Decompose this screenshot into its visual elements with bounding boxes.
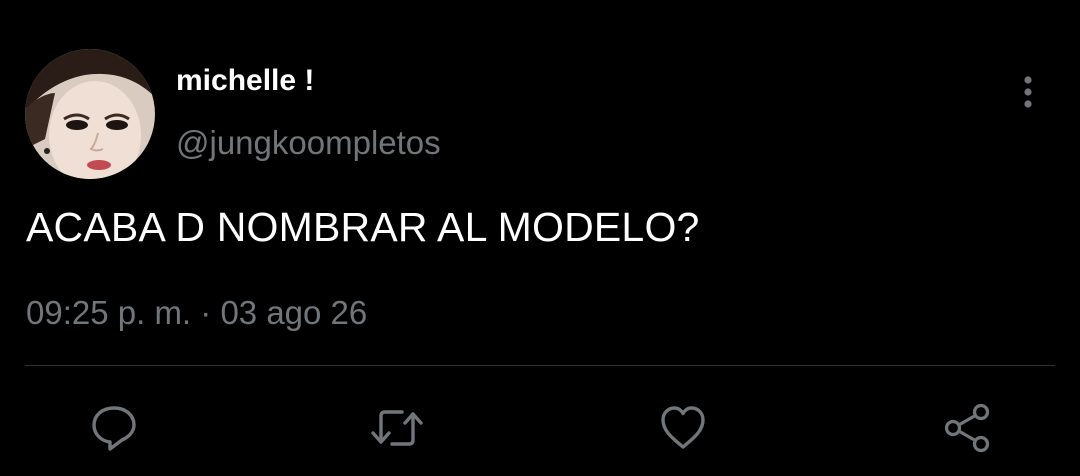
share-button[interactable] xyxy=(939,400,995,456)
retweet-icon xyxy=(371,410,423,446)
like-button[interactable] xyxy=(655,400,711,456)
divider xyxy=(25,365,1055,366)
avatar[interactable] xyxy=(25,49,155,179)
tweet-date[interactable]: 03 ago 26 xyxy=(220,294,367,331)
more-vertical-icon xyxy=(1024,76,1032,108)
retweet-button[interactable] xyxy=(369,400,425,456)
share-icon xyxy=(944,403,990,453)
tweet-meta: 09:25 p. m. · 03 ago 26 xyxy=(26,294,367,332)
comment-bubble-icon xyxy=(92,406,136,451)
heart-icon xyxy=(661,406,705,449)
user-handle[interactable]: @jungkoompletos xyxy=(176,124,441,162)
tweet-time[interactable]: 09:25 p. m. xyxy=(26,294,191,331)
avatar-image xyxy=(25,49,155,179)
more-options-button[interactable] xyxy=(1008,70,1048,114)
meta-separator: · xyxy=(200,294,212,331)
tweet-text: ACABA D NOMBRAR AL MODELO? xyxy=(26,204,700,250)
reply-button[interactable] xyxy=(86,400,142,456)
display-name[interactable]: michelle ! xyxy=(176,64,314,98)
